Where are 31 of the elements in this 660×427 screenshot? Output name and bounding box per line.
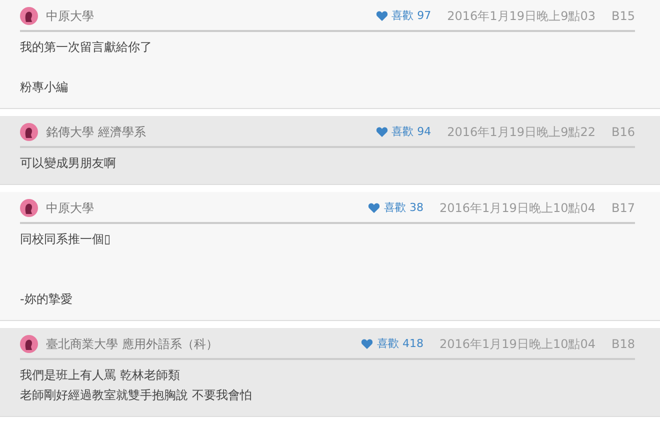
comment-text: 老師剛好經過教室就雙手抱胸說 不要我會怕 bbox=[20, 387, 253, 404]
heart-icon[interactable] bbox=[368, 202, 380, 214]
like-count[interactable]: 喜歡 97 bbox=[392, 8, 432, 24]
like-count[interactable]: 喜歡 38 bbox=[384, 200, 424, 216]
timestamp: 2016年1月19日晚上9點22 bbox=[447, 124, 596, 141]
comment-text: 可以變成男朋友啊 bbox=[20, 155, 117, 172]
like-count[interactable]: 喜歡 94 bbox=[392, 124, 432, 140]
comment-text: 粉專小編 bbox=[20, 79, 69, 96]
timestamp: 2016年1月19日晚上10點04 bbox=[440, 200, 596, 217]
author-name[interactable]: 中原大學 bbox=[46, 199, 94, 217]
avatar-icon bbox=[20, 199, 38, 217]
author-name[interactable]: 中原大學 bbox=[46, 7, 94, 25]
floor-number: B17 bbox=[611, 200, 635, 217]
avatar-icon bbox=[20, 335, 38, 353]
avatar-icon bbox=[20, 7, 38, 25]
heart-icon[interactable] bbox=[376, 10, 388, 22]
author-name[interactable]: 銘傳大學 經濟學系 bbox=[46, 123, 146, 141]
avatar-icon bbox=[20, 123, 38, 141]
author-name[interactable]: 臺北商業大學 應用外語系（科） bbox=[46, 335, 218, 353]
comment-text: 我們是班上有人罵 乾林老師類 bbox=[20, 367, 181, 384]
timestamp: 2016年1月19日晚上9點03 bbox=[447, 8, 596, 25]
heart-icon[interactable] bbox=[361, 338, 373, 350]
comment-text: -妳的摯愛 bbox=[20, 291, 74, 308]
floor-number: B16 bbox=[611, 124, 635, 141]
floor-number: B15 bbox=[611, 8, 635, 25]
heart-icon[interactable] bbox=[376, 126, 388, 138]
comment-text: 同校同系推一個▯ bbox=[20, 231, 112, 248]
like-count[interactable]: 喜歡 418 bbox=[377, 336, 424, 352]
floor-number: B18 bbox=[611, 336, 635, 353]
comment-text: 我的第一次留言獻給你了 bbox=[20, 39, 153, 56]
timestamp: 2016年1月19日晚上10點04 bbox=[440, 336, 596, 353]
